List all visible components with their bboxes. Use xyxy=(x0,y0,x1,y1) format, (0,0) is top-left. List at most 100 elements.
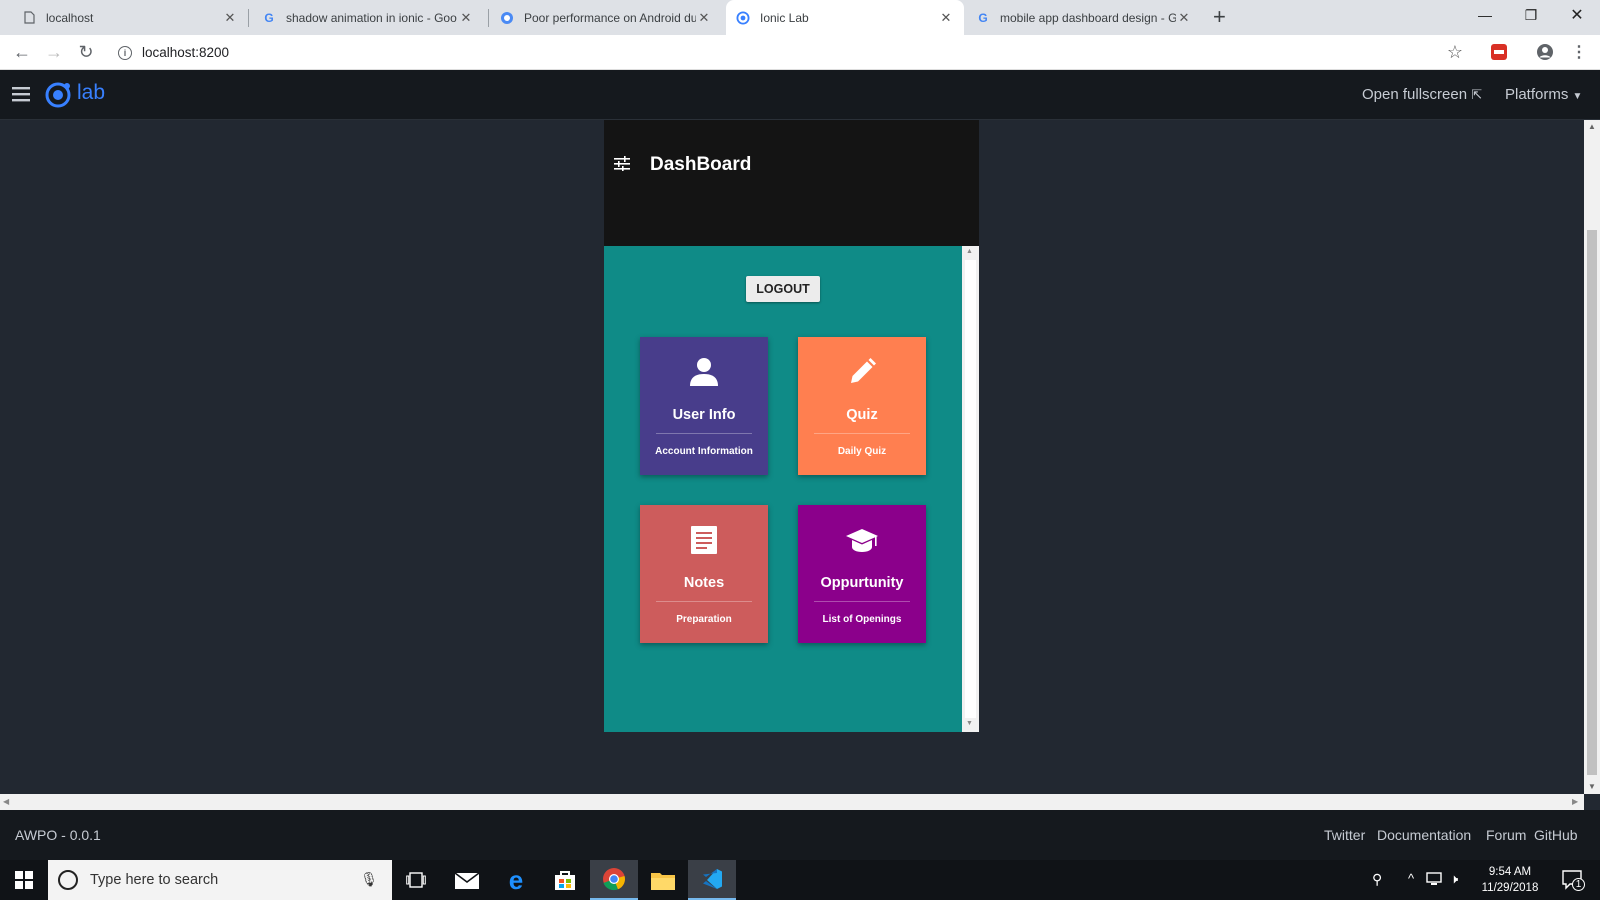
close-icon[interactable]: ✕ xyxy=(222,10,238,26)
bookmark-star-icon[interactable]: ☆ xyxy=(1446,42,1464,62)
back-arrow-icon[interactable]: ← xyxy=(10,40,34,64)
action-center-icon[interactable]: 1 xyxy=(1562,870,1585,895)
system-clock[interactable]: 9:54 AM 11/29/2018 xyxy=(1475,864,1545,896)
scroll-up-arrow-icon[interactable]: ▲ xyxy=(1588,122,1596,131)
tab-ionic-lab[interactable]: Ionic Lab ✕ xyxy=(726,0,964,35)
reload-icon[interactable]: ↻ xyxy=(74,40,98,64)
card-opportunity[interactable]: Oppurtunity List of Openings xyxy=(798,505,926,643)
info-icon[interactable]: i xyxy=(118,45,132,60)
clock-time: 9:54 AM xyxy=(1488,866,1532,878)
show-hidden-icons-chevron-icon[interactable]: ^ xyxy=(1408,871,1414,886)
card-subtitle: Preparation xyxy=(676,614,732,625)
external-link-icon: ⇱ xyxy=(1471,87,1483,102)
close-icon[interactable]: ✕ xyxy=(696,10,712,26)
task-view-icon[interactable] xyxy=(392,860,440,900)
pencil-icon xyxy=(798,357,926,389)
hamburger-icon[interactable] xyxy=(12,86,30,107)
close-icon[interactable]: ✕ xyxy=(938,10,954,26)
card-divider xyxy=(656,601,752,602)
edge-browser-icon[interactable]: e xyxy=(492,860,540,900)
page-icon xyxy=(22,11,36,25)
url-input[interactable]: i localhost:8200 xyxy=(110,40,1490,65)
mail-icon[interactable] xyxy=(443,860,491,900)
ionic-logo-icon xyxy=(44,81,72,114)
twitter-link[interactable]: Twitter xyxy=(1324,827,1365,843)
tab-google-dashboard[interactable]: G mobile app dashboard design - G ✕ xyxy=(966,0,1202,35)
horizontal-scrollbar[interactable]: ◀ ▶ xyxy=(0,794,1584,810)
tab-title: localhost xyxy=(46,10,94,25)
page-title: DashBoard xyxy=(650,154,752,175)
card-title: User Info xyxy=(672,407,736,423)
volume-muted-icon[interactable]: 🕨 xyxy=(1450,871,1458,887)
scroll-left-arrow-icon[interactable]: ◀ xyxy=(3,797,9,806)
documentation-link[interactable]: Documentation xyxy=(1377,827,1471,843)
tab-divider xyxy=(248,9,249,27)
github-link[interactable]: GitHub xyxy=(1534,827,1578,843)
notes-icon xyxy=(640,525,768,557)
ionic-forum-icon xyxy=(500,11,514,25)
phone-scrollbar[interactable]: ▲ ▼ xyxy=(962,246,979,732)
tab-title: Ionic Lab xyxy=(760,10,809,25)
chrome-icon[interactable] xyxy=(590,860,638,900)
person-icon xyxy=(640,357,768,389)
notification-count-badge: 1 xyxy=(1572,878,1585,891)
restore-icon[interactable]: ❐ xyxy=(1508,0,1554,30)
network-icon[interactable] xyxy=(1426,872,1442,891)
card-title: Quiz xyxy=(846,407,878,423)
file-explorer-icon[interactable] xyxy=(639,860,687,900)
tab-title: Poor performance on Android du xyxy=(524,10,696,25)
tab-divider xyxy=(488,9,489,27)
google-icon: G xyxy=(978,10,988,25)
forum-link[interactable]: Forum xyxy=(1486,827,1526,843)
platforms-dropdown[interactable]: Platforms ▼ xyxy=(1505,86,1582,103)
tab-title: mobile app dashboard design - G xyxy=(1000,10,1176,25)
lab-logo-text: lab xyxy=(77,81,106,104)
store-icon[interactable] xyxy=(541,860,589,900)
phone-scrollbar-thumb[interactable] xyxy=(965,260,976,718)
scroll-up-arrow-icon[interactable]: ▲ xyxy=(966,248,973,255)
address-bar: ← → ↻ i localhost:8200 ☆ ⋮ xyxy=(0,35,1600,70)
open-fullscreen-link[interactable]: Open fullscreen ⇱ xyxy=(1362,86,1482,103)
vertical-scrollbar-thumb[interactable] xyxy=(1587,230,1597,775)
scroll-down-arrow-icon[interactable]: ▼ xyxy=(966,720,973,727)
cortana-icon xyxy=(58,870,78,890)
tab-title: shadow animation in ionic - Goo xyxy=(286,10,457,25)
ionic-icon xyxy=(736,11,750,25)
close-window-icon[interactable]: ✕ xyxy=(1554,0,1600,30)
tab-google-shadow[interactable]: G shadow animation in ionic - Goo ✕ xyxy=(252,0,484,35)
windows-taskbar: Type here to search 🎙 e ⚲ ^ 🕨 9:54 AM 11… xyxy=(0,860,1600,900)
lab-header: lab Open fullscreen ⇱ Platforms ▼ xyxy=(0,70,1600,120)
tab-localhost[interactable]: localhost ✕ xyxy=(12,0,248,35)
phone-preview: DashBoard LOGOUT User Info Account Infor… xyxy=(604,120,979,732)
card-divider xyxy=(656,433,752,434)
graduation-cap-icon xyxy=(798,525,926,557)
options-icon[interactable] xyxy=(614,155,630,176)
card-notes[interactable]: Notes Preparation xyxy=(640,505,768,643)
close-icon[interactable]: ✕ xyxy=(1176,10,1192,26)
card-subtitle: Account Information xyxy=(655,446,753,457)
new-tab-button[interactable]: + xyxy=(1213,4,1226,30)
cors-extension-icon[interactable] xyxy=(1490,43,1508,61)
windows-start-icon[interactable] xyxy=(0,860,48,900)
scroll-right-arrow-icon[interactable]: ▶ xyxy=(1572,797,1578,806)
card-quiz[interactable]: Quiz Daily Quiz xyxy=(798,337,926,475)
tab-ionic-forum[interactable]: Poor performance on Android du ✕ xyxy=(490,0,722,35)
platforms-label: Platforms xyxy=(1505,86,1569,103)
taskbar-search-input[interactable]: Type here to search 🎙 xyxy=(48,860,392,900)
browser-tab-bar: localhost ✕ G shadow animation in ionic … xyxy=(0,0,1600,35)
app-toolbar: DashBoard xyxy=(604,120,979,246)
card-divider xyxy=(814,601,910,602)
forward-arrow-icon[interactable]: → xyxy=(42,40,66,64)
menu-dots-icon[interactable]: ⋮ xyxy=(1570,43,1588,61)
microphone-icon[interactable]: 🎙 xyxy=(360,871,378,888)
scroll-down-arrow-icon[interactable]: ▼ xyxy=(1588,782,1596,791)
vscode-icon[interactable] xyxy=(688,860,736,900)
minimize-icon[interactable]: — xyxy=(1462,0,1508,30)
vertical-scrollbar[interactable]: ▲ ▼ xyxy=(1584,120,1600,794)
people-icon[interactable]: ⚲ xyxy=(1372,871,1382,888)
google-icon: G xyxy=(264,10,274,25)
close-icon[interactable]: ✕ xyxy=(458,10,474,26)
card-user-info[interactable]: User Info Account Information xyxy=(640,337,768,475)
logout-button[interactable]: LOGOUT xyxy=(746,276,820,302)
profile-icon[interactable] xyxy=(1536,43,1554,61)
